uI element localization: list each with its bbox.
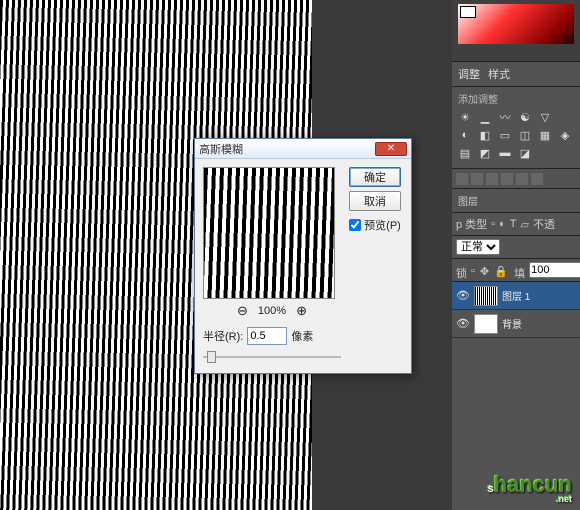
- posterize-icon[interactable]: ▤: [458, 146, 472, 160]
- cancel-button[interactable]: 取消: [349, 191, 401, 211]
- lock-row: 锁定: ▫ ✥ 🔒 填充: [452, 259, 580, 282]
- close-button[interactable]: ✕: [375, 142, 407, 156]
- dialog-body: ⊖ 100% ⊕ 半径(R): 像素 确定 取消 预览(P): [195, 159, 411, 373]
- foreground-chip[interactable]: [460, 6, 476, 18]
- preset-3[interactable]: [486, 173, 498, 185]
- slider-handle[interactable]: [207, 351, 216, 363]
- photo-filter-icon[interactable]: ▭: [498, 128, 512, 142]
- layer-thumbnail[interactable]: [474, 286, 498, 306]
- vibrance-icon[interactable]: ▽: [538, 110, 552, 124]
- zoom-value: 100%: [258, 305, 286, 317]
- filter-label: p 类型: [456, 216, 487, 232]
- filter-shape-icon[interactable]: ▱: [520, 218, 528, 231]
- curves-icon[interactable]: 〰: [498, 110, 512, 124]
- add-adjustment-label: 添加调整: [458, 91, 574, 106]
- preset-5[interactable]: [516, 173, 528, 185]
- button-column: 确定 取消 预览(P): [347, 167, 403, 365]
- fill-label: 填充: [514, 265, 524, 275]
- gaussian-blur-dialog: 高斯模糊 ✕ ⊖ 100% ⊕ 半径(R): 像素 确定 取消: [194, 138, 412, 374]
- layer-name[interactable]: 图层 1: [502, 288, 530, 303]
- dialog-title: 高斯模糊: [199, 141, 375, 157]
- hue-icon[interactable]: ◐: [458, 128, 472, 142]
- levels-icon[interactable]: ▁: [478, 110, 492, 124]
- exposure-icon[interactable]: ☯: [518, 110, 532, 124]
- layer-row-2[interactable]: 👁 背景: [452, 310, 580, 338]
- adjustment-icons-row2: ◐ ◧ ▭ ◫ ▦ ◈: [458, 128, 574, 142]
- radius-row: 半径(R): 像素: [203, 327, 341, 345]
- layers-header[interactable]: 图层: [452, 189, 580, 213]
- adjustment-icons-row1: ☀ ▁ 〰 ☯ ▽: [458, 110, 574, 124]
- blend-row: 正常: [452, 236, 580, 259]
- gradient-map-icon[interactable]: ▬: [498, 146, 512, 160]
- radius-unit: 像素: [291, 328, 313, 344]
- visibility-icon[interactable]: 👁: [456, 317, 470, 331]
- preview-checkbox-row[interactable]: 预览(P): [349, 217, 401, 233]
- lock-pixels-icon[interactable]: ▫: [471, 265, 475, 275]
- preset-4[interactable]: [501, 173, 513, 185]
- color-panel[interactable]: [452, 0, 580, 62]
- filter-adjust-icon[interactable]: ◐: [499, 218, 506, 230]
- adjustments-header: 调整 样式: [452, 62, 580, 87]
- opacity-label: 不透: [533, 216, 555, 232]
- layers-filter-row: p 类型 ▫ ◐ T ▱ 不透: [452, 213, 580, 236]
- slider-track: [203, 356, 341, 358]
- visibility-icon[interactable]: 👁: [456, 289, 470, 303]
- adjustments-body: 添加调整 ☀ ▁ 〰 ☯ ▽ ◐ ◧ ▭ ◫ ▦ ◈ ▤ ◩ ▬ ◪: [452, 87, 580, 169]
- lookup-icon[interactable]: ▦: [538, 128, 552, 142]
- filter-pixel-icon[interactable]: ▫: [491, 218, 495, 230]
- preset-strip: [452, 169, 580, 189]
- preset-1[interactable]: [456, 173, 468, 185]
- bw-icon[interactable]: ◧: [478, 128, 492, 142]
- watermark-suffix: .net: [488, 494, 572, 504]
- preview-column: ⊖ 100% ⊕ 半径(R): 像素: [203, 167, 341, 365]
- zoom-in-icon[interactable]: ⊕: [296, 303, 307, 319]
- preset-2[interactable]: [471, 173, 483, 185]
- tab-styles[interactable]: 样式: [488, 66, 510, 82]
- filter-text-icon[interactable]: T: [510, 218, 517, 230]
- lock-all-icon[interactable]: 🔒: [494, 265, 504, 275]
- radius-input[interactable]: [247, 327, 287, 345]
- threshold-icon[interactable]: ◩: [478, 146, 492, 160]
- channel-mixer-icon[interactable]: ◫: [518, 128, 532, 142]
- right-panels: 调整 样式 添加调整 ☀ ▁ 〰 ☯ ▽ ◐ ◧ ▭ ◫ ▦ ◈ ▤ ◩ ▬ ◪: [452, 0, 580, 510]
- radius-slider[interactable]: [203, 349, 341, 365]
- zoom-controls: ⊖ 100% ⊕: [203, 303, 341, 319]
- ok-button[interactable]: 确定: [349, 167, 401, 187]
- fill-input[interactable]: [529, 262, 580, 278]
- lock-label: 锁定:: [456, 265, 466, 275]
- preview-checkbox[interactable]: [349, 219, 361, 231]
- selective-icon[interactable]: ◪: [518, 146, 532, 160]
- blend-mode-select[interactable]: 正常: [456, 239, 500, 255]
- zoom-out-icon[interactable]: ⊖: [237, 303, 248, 319]
- invert-icon[interactable]: ◈: [558, 128, 572, 142]
- adjustment-icons-row3: ▤ ◩ ▬ ◪: [458, 146, 574, 160]
- preset-6[interactable]: [531, 173, 543, 185]
- layer-name[interactable]: 背景: [502, 316, 522, 331]
- watermark: sshancunhancun .net: [488, 472, 572, 504]
- layer-thumbnail[interactable]: [474, 314, 498, 334]
- blur-preview[interactable]: [203, 167, 335, 299]
- radius-label: 半径(R):: [203, 328, 243, 344]
- dialog-titlebar[interactable]: 高斯模糊 ✕: [195, 139, 411, 159]
- layer-row-1[interactable]: 👁 图层 1: [452, 282, 580, 310]
- brightness-icon[interactable]: ☀: [458, 110, 472, 124]
- preview-checkbox-label: 预览(P): [364, 217, 401, 233]
- tab-adjustments[interactable]: 调整: [458, 66, 480, 82]
- lock-position-icon[interactable]: ✥: [480, 265, 489, 275]
